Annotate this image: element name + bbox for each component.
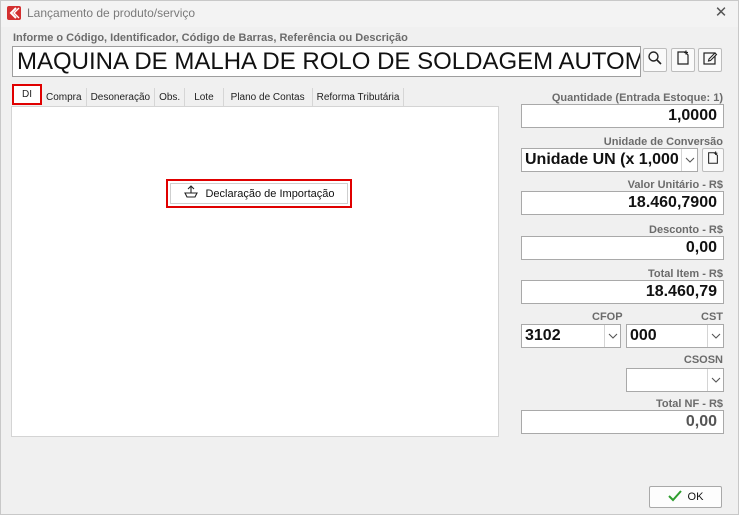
cst-value: 000 (630, 327, 657, 344)
tab-desoneracao[interactable]: Desoneração (86, 88, 156, 107)
product-search-input[interactable]: MAQUINA DE MALHA DE ROLO DE SOLDAGEM AUT… (12, 46, 641, 77)
dialog-window: Lançamento de produto/serviço ✕ Informe … (0, 0, 739, 515)
edit-icon (702, 50, 718, 71)
quantidade-field[interactable]: 1,0000 (521, 104, 724, 128)
total-nf-field: 0,00 (521, 410, 724, 434)
new-document-icon (675, 50, 691, 71)
cst-select[interactable]: 000 (626, 324, 724, 348)
ok-button[interactable]: OK (649, 486, 722, 508)
csosn-label: CSOSN (683, 354, 723, 366)
desconto-label: Desconto - R$ (649, 224, 723, 236)
tab-plano-de-contas[interactable]: Plano de Contas (223, 88, 313, 107)
tab-lote[interactable]: Lote (185, 88, 224, 107)
button-focus-frame (170, 183, 348, 204)
desconto-field[interactable]: 0,00 (521, 236, 724, 260)
tab-strip: DI Compra Desoneração Obs. Lote Plano de… (12, 84, 405, 107)
app-logo-icon (7, 6, 21, 20)
chevron-down-icon[interactable] (707, 369, 723, 391)
valor-unitario-label: Valor Unitário - R$ (627, 179, 723, 191)
cst-label: CST (701, 311, 723, 323)
new-document-icon (706, 150, 720, 170)
check-icon (667, 489, 682, 505)
tab-di[interactable]: DI (12, 84, 42, 105)
total-nf-label: Total NF - R$ (655, 398, 723, 410)
cfop-label: CFOP (592, 311, 623, 323)
edit-product-button[interactable] (698, 48, 722, 72)
unidade-conversao-select[interactable]: Unidade UN (x 1,000 (521, 148, 698, 172)
cfop-select[interactable]: 3102 (521, 324, 621, 348)
valor-unitario-field[interactable]: 18.460,7900 (521, 191, 724, 215)
ok-label: OK (687, 491, 704, 503)
declaracao-importacao-button[interactable]: Declaração de Importação (166, 179, 352, 208)
csosn-select[interactable] (626, 368, 724, 392)
total-item-field: 18.460,79 (521, 280, 724, 304)
quantidade-label: Quantidade (Entrada Estoque: 1) (551, 92, 723, 104)
di-tab-panel (11, 106, 499, 437)
chevron-down-icon[interactable] (604, 325, 620, 347)
chevron-down-icon[interactable] (681, 149, 697, 171)
cfop-value: 3102 (525, 327, 561, 344)
tab-reforma-tributaria[interactable]: Reforma Tributária (312, 88, 405, 107)
unidade-conversao-value: Unidade UN (x 1,000 (525, 151, 679, 168)
search-button[interactable] (643, 48, 667, 72)
title-bar: Lançamento de produto/serviço ✕ (1, 1, 738, 27)
window-title: Lançamento de produto/serviço (27, 6, 196, 20)
total-item-label: Total Item - R$ (648, 268, 723, 280)
search-icon (647, 50, 663, 71)
chevron-down-icon[interactable] (707, 325, 723, 347)
tab-compra[interactable]: Compra (42, 88, 87, 107)
close-button[interactable]: ✕ (712, 4, 730, 22)
tab-obs[interactable]: Obs. (155, 88, 186, 107)
new-unit-button[interactable] (702, 148, 724, 172)
unidade-conversao-label: Unidade de Conversão (603, 136, 723, 148)
search-label: Informe o Código, Identificador, Código … (13, 32, 408, 44)
new-product-button[interactable] (671, 48, 695, 72)
